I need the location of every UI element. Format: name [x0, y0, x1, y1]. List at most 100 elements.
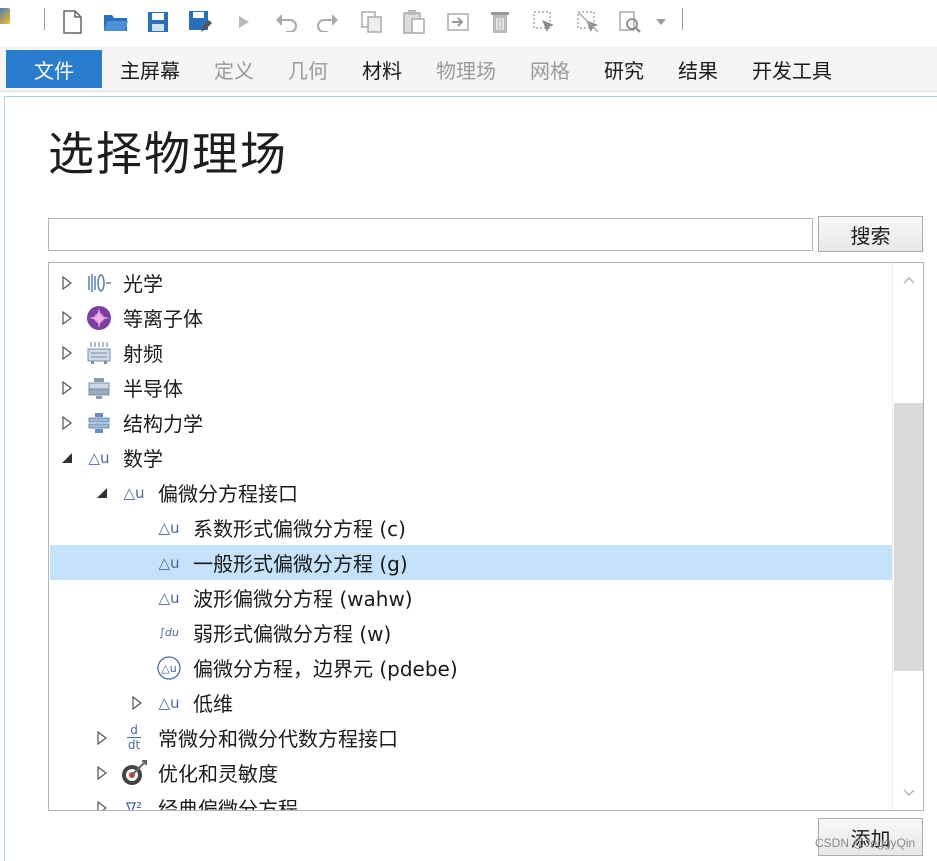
app-logo-icon — [0, 8, 10, 24]
toolbar-separator — [682, 8, 683, 30]
page-title: 选择物理场 — [48, 127, 288, 181]
dropdown-icon[interactable] — [652, 8, 670, 36]
tree-item-weak-form-pde[interactable]: ∫du 弱形式偏微分方程 (w) — [50, 615, 892, 650]
tree-item-label: 系数形式偏微分方程 (c) — [193, 517, 406, 541]
collapse-arrow-icon[interactable] — [60, 450, 74, 466]
expand-arrow-icon[interactable] — [60, 380, 74, 396]
redo-icon[interactable] — [314, 8, 342, 36]
tree-item-mathematics[interactable]: △u 数学 — [50, 440, 892, 475]
open-folder-icon[interactable] — [102, 8, 130, 36]
scrollbar-thumb[interactable] — [894, 403, 923, 671]
tree-item-classical-pdes[interactable]: ∇² 经典偏微分方程 — [50, 790, 892, 811]
collapse-arrow-icon[interactable] — [95, 485, 109, 501]
tree-item-rf[interactable]: 射频 — [50, 335, 892, 370]
undo-icon[interactable] — [272, 8, 300, 36]
expand-arrow-icon[interactable] — [60, 275, 74, 291]
save-icon[interactable] — [144, 8, 172, 36]
tree-item-coefficient-form-pde[interactable]: △u 系数形式偏微分方程 (c) — [50, 510, 892, 545]
math-delta-u-icon: △u — [158, 518, 180, 537]
expand-arrow-icon[interactable] — [60, 345, 74, 361]
delete-icon[interactable] — [486, 8, 514, 36]
tree-item-plasma[interactable]: 等离子体 — [50, 300, 892, 335]
tree-item-pde-boundary-elements[interactable]: △u 偏微分方程，边界元 (pdebe) — [50, 650, 892, 685]
tab-developer[interactable]: 开发工具 — [752, 50, 832, 88]
expand-arrow-icon[interactable] — [60, 415, 74, 431]
new-file-icon[interactable] — [58, 8, 86, 36]
math-delta-u-icon: △u — [123, 483, 145, 502]
ode-icon-numerator: d — [130, 723, 138, 737]
semiconductor-icon — [84, 373, 114, 403]
quick-access-toolbar — [0, 0, 937, 46]
tree-item-optics[interactable]: 光学 — [50, 265, 892, 300]
ribbon-tab-bar: 文件 主屏幕 定义 几何 材料 物理场 网格 研究 结果 开发工具 — [0, 46, 937, 92]
weak-form-icon: ∫du — [159, 626, 179, 639]
tree-item-label: 弱形式偏微分方程 (w) — [193, 622, 392, 646]
math-delta-u-icon: △u — [158, 693, 180, 712]
expand-arrow-icon[interactable] — [95, 800, 109, 810]
tree-item-label: 波形偏微分方程 (wahw) — [193, 587, 413, 611]
tab-definitions[interactable]: 定义 — [214, 50, 254, 88]
rf-icon — [84, 338, 114, 368]
tree-item-optimization-sensitivity[interactable]: 优化和灵敏度 — [50, 755, 892, 790]
tree-item-label: 经典偏微分方程 — [158, 797, 298, 811]
tab-home[interactable]: 主屏幕 — [120, 50, 180, 88]
tree-item-label: 光学 — [123, 272, 163, 296]
find-icon[interactable] — [616, 8, 644, 36]
tree-item-label: 常微分和微分代数方程接口 — [158, 727, 398, 751]
save-as-icon[interactable] — [186, 8, 214, 36]
select-icon[interactable] — [530, 8, 558, 36]
tree-item-ode-dae-interfaces[interactable]: d dt 常微分和微分代数方程接口 — [50, 720, 892, 755]
tree-item-pde-interfaces[interactable]: △u 偏微分方程接口 — [50, 475, 892, 510]
tree-item-label: 优化和灵敏度 — [158, 762, 278, 786]
tab-geometry[interactable]: 几何 — [288, 50, 328, 88]
tree-item-label: 偏微分方程，边界元 (pdebe) — [193, 657, 458, 681]
expand-arrow-icon[interactable] — [95, 765, 109, 781]
tree-item-label: 射频 — [123, 342, 163, 366]
classical-pde-icon: ∇² — [125, 798, 143, 811]
ode-icon-denominator: dt — [127, 738, 141, 752]
tree-item-label: 偏微分方程接口 — [158, 482, 298, 506]
tree-item-label: 一般形式偏微分方程 (g) — [193, 552, 408, 576]
tree-item-structural-mechanics[interactable]: 结构力学 — [50, 405, 892, 440]
toolbar-separator — [44, 8, 45, 30]
deselect-icon[interactable] — [574, 8, 602, 36]
run-icon[interactable] — [230, 8, 258, 36]
tab-physics[interactable]: 物理场 — [436, 50, 496, 88]
math-delta-u-icon: △u — [158, 553, 180, 572]
expand-arrow-icon[interactable] — [130, 695, 144, 711]
expand-arrow-icon[interactable] — [60, 310, 74, 326]
scroll-up-icon[interactable] — [893, 265, 923, 295]
search-button[interactable]: 搜索 — [818, 216, 923, 252]
copy-icon[interactable] — [358, 8, 386, 36]
expand-arrow-icon[interactable] — [95, 730, 109, 746]
tree-item-label: 等离子体 — [123, 307, 203, 331]
search-input[interactable] — [48, 218, 813, 251]
tab-file[interactable]: 文件 — [6, 50, 102, 88]
ode-icon: d dt — [119, 723, 149, 753]
svg-text:△u: △u — [161, 662, 176, 675]
physics-tree: 光学 等离子体 射频 半导体 结构力学 △u 数学 △u 偏微分方程接口 △u — [48, 262, 924, 811]
duplicate-icon[interactable] — [444, 8, 472, 36]
tree-item-label: 结构力学 — [123, 412, 203, 436]
tree-item-label: 数学 — [123, 447, 163, 471]
boundary-element-icon: △u — [154, 653, 184, 683]
math-delta-u-icon: △u — [158, 588, 180, 607]
watermark: CSDN @JoggyQin — [815, 836, 916, 850]
tab-study[interactable]: 研究 — [604, 50, 644, 88]
tree-item-semiconductor[interactable]: 半导体 — [50, 370, 892, 405]
tab-materials[interactable]: 材料 — [362, 50, 402, 88]
math-delta-u-icon: △u — [88, 448, 110, 467]
plasma-icon — [84, 303, 114, 333]
tree-item-wave-form-pde[interactable]: △u 波形偏微分方程 (wahw) — [50, 580, 892, 615]
tab-mesh[interactable]: 网格 — [530, 50, 570, 88]
paste-icon[interactable] — [400, 8, 428, 36]
tab-results[interactable]: 结果 — [678, 50, 718, 88]
tree-item-label: 半导体 — [123, 377, 183, 401]
optics-icon — [84, 268, 114, 298]
optimization-icon — [119, 758, 149, 788]
tree-item-label: 低维 — [193, 692, 233, 716]
vertical-scrollbar[interactable] — [892, 263, 923, 810]
tree-item-lower-dimensions[interactable]: △u 低维 — [50, 685, 892, 720]
scroll-down-icon[interactable] — [893, 778, 923, 808]
tree-item-general-form-pde[interactable]: △u 一般形式偏微分方程 (g) — [50, 545, 892, 580]
